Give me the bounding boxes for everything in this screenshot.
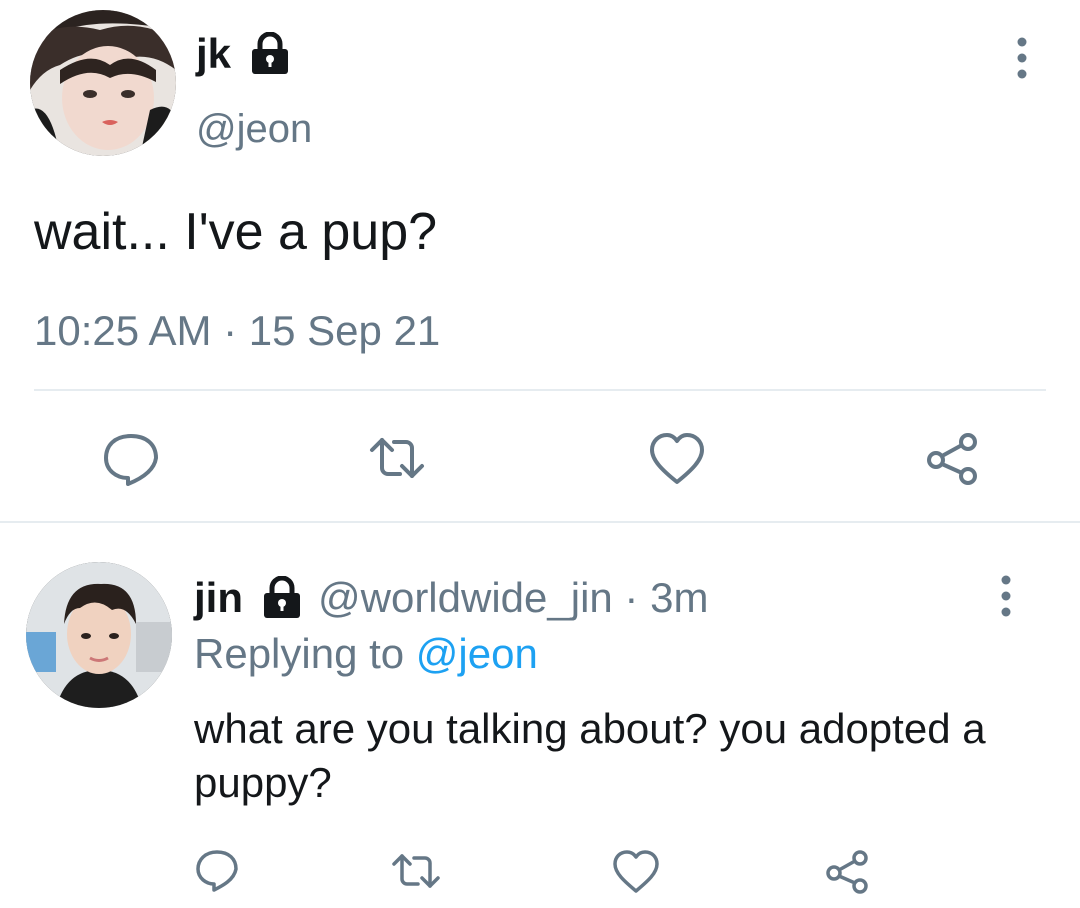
author-name[interactable]: jin bbox=[194, 572, 243, 624]
share-icon[interactable] bbox=[918, 428, 988, 488]
tweet-text: wait... I've a pup? bbox=[34, 203, 438, 261]
more-vertical-icon[interactable] bbox=[1002, 36, 1042, 80]
replying-prefix: Replying to bbox=[194, 630, 416, 677]
avatar-jk[interactable] bbox=[30, 10, 176, 156]
lock-icon bbox=[246, 31, 294, 74]
author-handle[interactable]: @jeon bbox=[196, 104, 312, 154]
replying-to: Replying to @jeon bbox=[194, 628, 538, 680]
avatar-jin[interactable] bbox=[26, 562, 172, 708]
heart-icon[interactable] bbox=[642, 428, 712, 488]
divider bbox=[34, 389, 1046, 391]
retweet-icon[interactable] bbox=[386, 846, 446, 896]
reply-icon[interactable] bbox=[96, 428, 166, 488]
replying-mention-link[interactable]: @jeon bbox=[416, 630, 538, 677]
author-handle-time[interactable]: @worldwide_jin · 3m bbox=[318, 572, 708, 624]
heart-icon[interactable] bbox=[608, 846, 664, 896]
tweet-timestamp[interactable]: 10:25 AM · 15 Sep 21 bbox=[34, 306, 440, 356]
retweet-icon[interactable] bbox=[362, 428, 432, 488]
lock-icon bbox=[258, 575, 306, 618]
author-name[interactable]: jk bbox=[196, 28, 231, 80]
share-icon[interactable] bbox=[820, 846, 876, 896]
divider bbox=[0, 521, 1080, 523]
reply-icon[interactable] bbox=[192, 846, 242, 896]
tweet-text: what are you talking about? you adopted … bbox=[194, 705, 986, 806]
more-vertical-icon[interactable] bbox=[986, 574, 1026, 618]
